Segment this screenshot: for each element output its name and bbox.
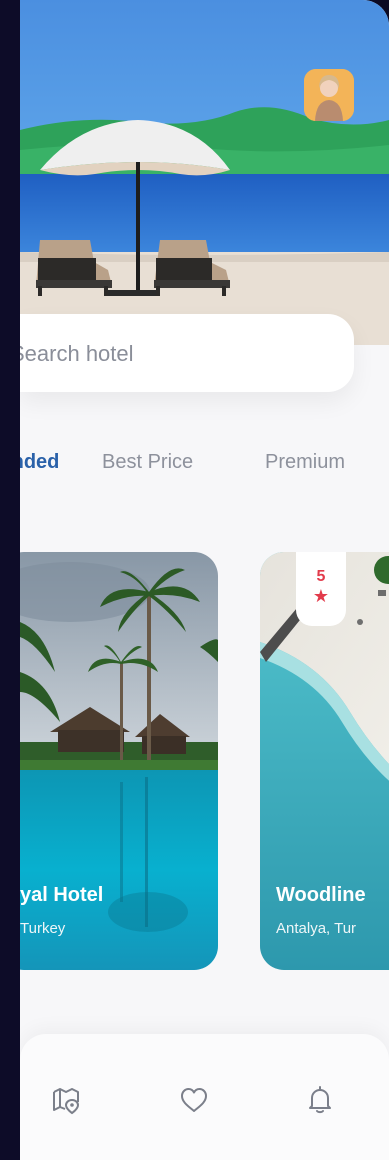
hotel-photo [20, 552, 218, 970]
app-screen: Recommended Best Price Premium [20, 0, 389, 1160]
star-icon: ★ [312, 586, 330, 606]
left-dark-strip [0, 0, 20, 1160]
rating-badge: 5 ★ [296, 552, 346, 626]
hotel-location: Antalya, Tur [276, 920, 357, 937]
tab-recommended[interactable]: Recommended [20, 451, 59, 474]
rating-value: 5 [316, 568, 326, 585]
heart-icon[interactable] [178, 1084, 210, 1116]
hotel-name: Woodline [276, 884, 366, 906]
user-avatar[interactable] [304, 69, 354, 121]
hero-banner [20, 0, 389, 345]
bell-icon[interactable] [304, 1084, 336, 1116]
hotel-location: Turkey [20, 920, 66, 937]
map-pin-icon[interactable] [50, 1084, 82, 1116]
tab-best-price[interactable]: Best Price [102, 451, 193, 474]
hotel-card-royal[interactable]: yal Hotel Turkey [20, 552, 218, 970]
search-input[interactable] [20, 338, 332, 370]
bottom-navigation [20, 1034, 389, 1160]
hotel-name: yal Hotel [20, 884, 104, 906]
search-bar[interactable] [20, 314, 354, 392]
hotel-card-woodline[interactable]: 5 ★ Woodline Antalya, Tur [260, 552, 389, 970]
beach-illustration [20, 0, 389, 345]
tab-premium[interactable]: Premium [265, 451, 345, 474]
